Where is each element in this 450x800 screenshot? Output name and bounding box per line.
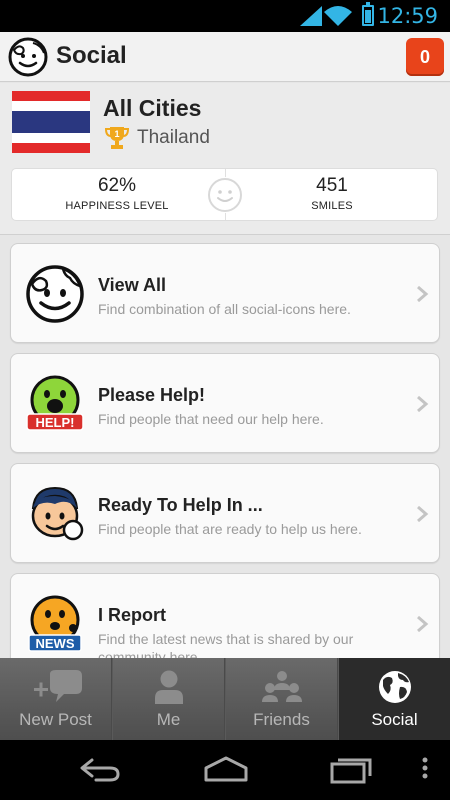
news-badge-text: NEWS <box>36 636 75 651</box>
menu-item-please-help[interactable]: HELP! Please Help! Find people that need… <box>10 353 440 453</box>
tab-label: Me <box>156 710 181 729</box>
menu-item-title: Ready To Help In ... <box>98 495 263 515</box>
happiness-value: 62% <box>97 175 137 196</box>
friends-icon <box>261 671 302 702</box>
notification-badge[interactable]: 0 <box>406 38 444 76</box>
menu-item-desc: Find people that are ready to help us he… <box>98 521 362 537</box>
smiles-value: 451 <box>316 175 348 196</box>
helper-person-icon <box>31 486 84 541</box>
battery-icon <box>362 2 374 26</box>
happiness-stat: 62% HAPPINESS LEVEL <box>17 175 217 212</box>
trophy-icon: 1 <box>104 127 130 149</box>
location-panel: All Cities 1 Thailand 62% HAPPINESS LEVE… <box>0 83 450 235</box>
tab-social[interactable]: Social <box>339 658 450 740</box>
menu-item-desc: Find the latest news that is shared by o… <box>98 631 354 658</box>
page-title: Social <box>56 42 127 69</box>
menu-item-desc: Find combination of all social-icons her… <box>98 301 351 317</box>
menu-item-view-all[interactable]: View All Find combination of all social-… <box>10 243 440 343</box>
menu-item-title: Please Help! <box>98 385 206 405</box>
globe-smiley-icon <box>26 265 84 323</box>
tab-friends[interactable]: Friends <box>226 658 338 740</box>
globe-icon <box>378 671 411 703</box>
overflow-menu-icon[interactable] <box>418 754 432 784</box>
clock: 12:59 <box>377 4 438 28</box>
wifi-icon <box>324 6 352 26</box>
svg-text:1: 1 <box>114 129 119 139</box>
smiles-label: SMILES <box>311 200 353 212</box>
menu-item-ready-to-help[interactable]: Ready To Help In ... Find people that ar… <box>10 463 440 563</box>
person-icon <box>154 670 183 704</box>
help-badge-text: HELP! <box>36 415 75 430</box>
stats-card: 62% HAPPINESS LEVEL 451 SMILES <box>11 168 438 221</box>
menu-item-desc: Find people that need our help here. <box>98 411 324 427</box>
menu-item-i-report[interactable]: NEWS I Report Find the latest news that … <box>10 573 440 658</box>
tab-label: Social <box>371 710 418 729</box>
thailand-flag-icon <box>12 91 90 153</box>
bottom-tab-bar: New Post Me Friends Social <box>0 658 450 740</box>
city-name[interactable]: All Cities <box>103 95 201 122</box>
chevron-right-icon <box>417 505 429 523</box>
home-icon[interactable] <box>202 754 250 784</box>
menu-item-title: I Report <box>98 605 167 625</box>
smiles-stat: 451 SMILES <box>232 175 432 212</box>
help-smiley-icon: HELP! <box>26 375 84 431</box>
app-header: Social 0 <box>0 32 450 82</box>
new-post-icon <box>33 670 82 702</box>
country-name: Thailand <box>137 127 210 148</box>
chevron-right-icon <box>417 615 429 633</box>
recent-apps-icon[interactable] <box>328 754 374 784</box>
menu-list[interactable]: View All Find combination of all social-… <box>0 236 450 658</box>
back-icon[interactable] <box>78 754 122 784</box>
tab-me[interactable]: Me <box>113 658 225 740</box>
signal-icon <box>300 6 322 26</box>
smiley-logo-icon[interactable] <box>7 36 49 78</box>
tab-new-post[interactable]: New Post <box>0 658 112 740</box>
tab-label: New Post <box>19 710 92 729</box>
chevron-right-icon <box>417 395 429 413</box>
system-nav-bar <box>0 740 450 800</box>
tab-label: Friends <box>253 710 310 729</box>
chevron-right-icon <box>417 285 429 303</box>
status-bar: 12:59 <box>0 0 450 32</box>
news-smiley-icon: NEWS <box>28 595 82 652</box>
menu-item-title: View All <box>98 275 167 295</box>
happiness-label: HAPPINESS LEVEL <box>65 200 169 212</box>
